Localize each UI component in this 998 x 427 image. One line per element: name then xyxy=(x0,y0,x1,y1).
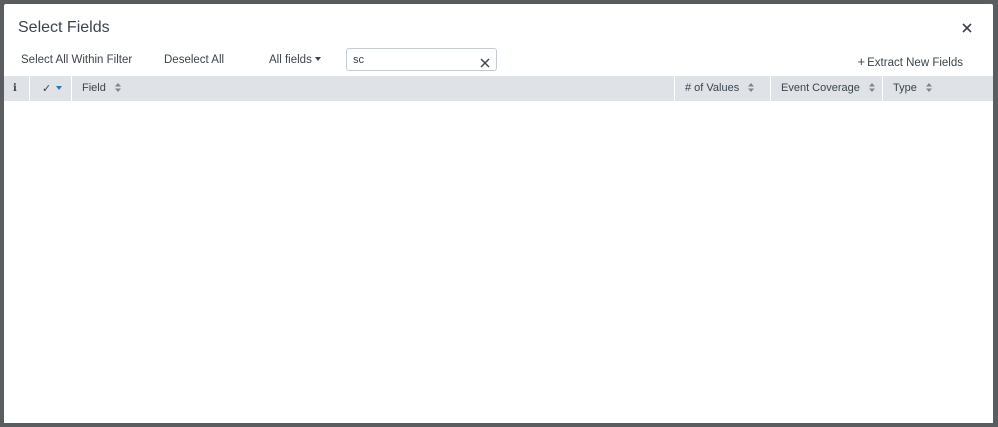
fields-table-body xyxy=(4,101,993,423)
column-label-event-coverage: Event Coverage xyxy=(781,82,860,94)
all-fields-dropdown[interactable]: All fields xyxy=(269,54,321,66)
sort-icon xyxy=(748,82,755,92)
select-all-within-filter-button[interactable]: Select All Within Filter xyxy=(21,54,132,66)
column-label-type: Type xyxy=(893,82,917,94)
checkmark-icon: ✓ xyxy=(42,82,52,95)
column-header-event-coverage[interactable]: Event Coverage xyxy=(771,76,883,101)
column-header-type[interactable]: Type xyxy=(883,76,993,101)
column-header-selected[interactable]: ✓ xyxy=(30,76,72,101)
extract-new-fields-button[interactable]: + Extract New Fields xyxy=(858,54,963,69)
caret-down-icon xyxy=(314,56,321,61)
column-header-info: i xyxy=(4,76,30,101)
info-icon: i xyxy=(13,83,17,94)
clear-icon[interactable] xyxy=(480,55,490,68)
sort-icon xyxy=(114,82,121,92)
sort-icon xyxy=(925,82,932,92)
caret-down-icon xyxy=(56,86,63,91)
column-label-field: Field xyxy=(82,82,106,94)
extract-new-fields-label: Extract New Fields xyxy=(867,57,963,69)
deselect-all-button[interactable]: Deselect All xyxy=(164,54,224,66)
column-header-values[interactable]: # of Values xyxy=(675,76,771,101)
fields-table-header: i ✓ Field # of Values Event Coverage Typ… xyxy=(4,76,993,101)
field-search-box xyxy=(346,48,497,71)
field-search-input[interactable] xyxy=(353,51,473,68)
close-icon[interactable] xyxy=(959,20,975,36)
column-header-field[interactable]: Field xyxy=(72,76,675,101)
select-fields-modal: Select Fields Select All Within Filter D… xyxy=(4,4,993,423)
modal-title: Select Fields xyxy=(18,19,110,36)
column-label-values: # of Values xyxy=(685,82,740,94)
plus-icon: + xyxy=(857,54,866,69)
all-fields-label: All fields xyxy=(269,54,312,66)
sort-icon xyxy=(868,82,875,92)
